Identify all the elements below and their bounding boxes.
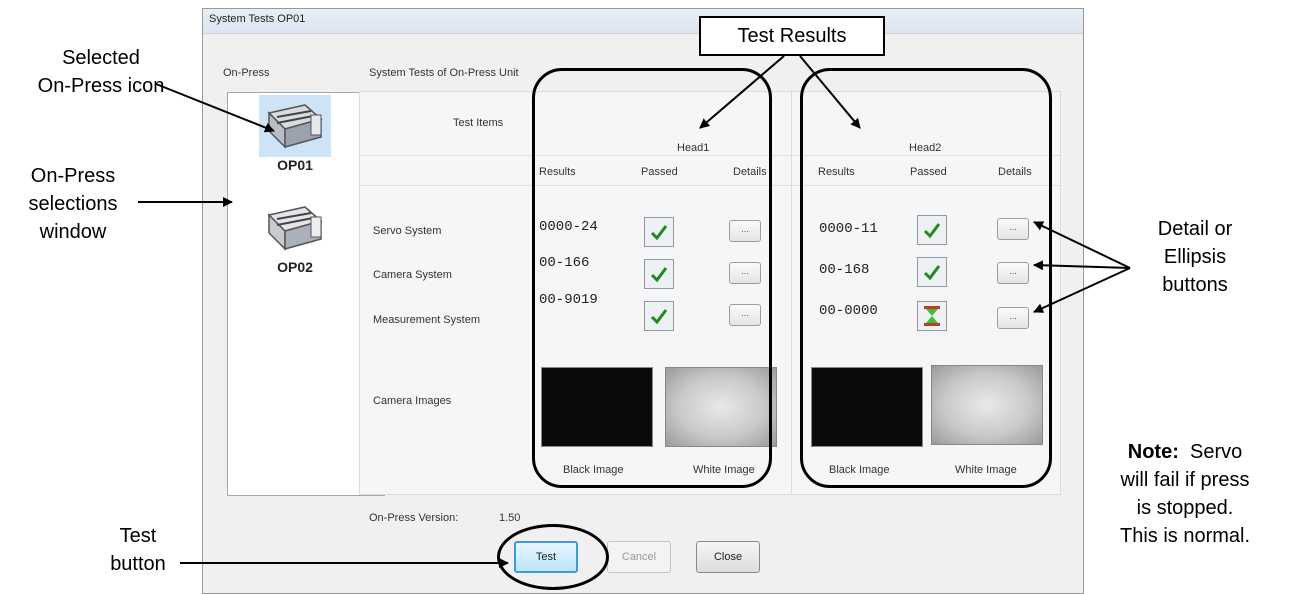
arrow-test-results-head2 xyxy=(799,55,861,129)
arrow-detail-1 xyxy=(1033,221,1131,269)
callout-arrows xyxy=(138,55,1131,568)
arrow-detail-2 xyxy=(1033,260,1131,271)
arrow-detail-3 xyxy=(1033,267,1131,313)
arrow-selected-icon xyxy=(155,83,275,133)
arrow-test-results-head1 xyxy=(699,55,785,129)
